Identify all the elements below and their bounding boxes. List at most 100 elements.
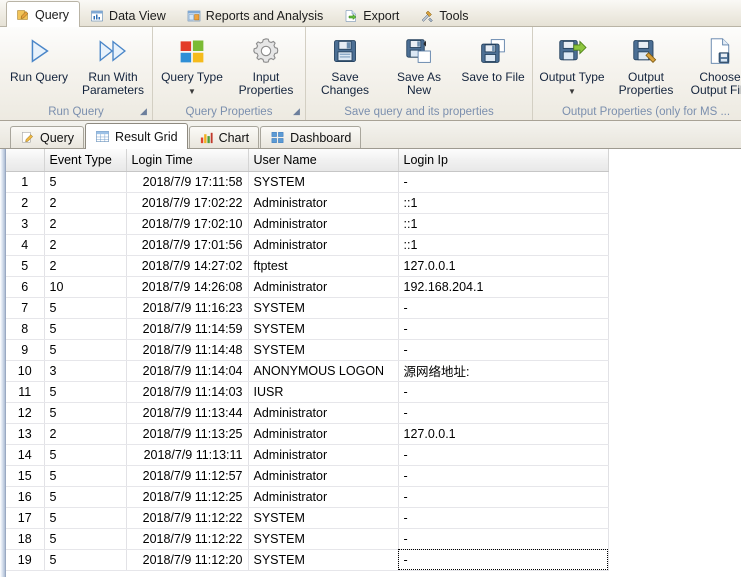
table-row[interactable]: 1852018/7/9 11:12:22SYSTEM-	[6, 528, 608, 549]
event-type-cell[interactable]: 5	[44, 339, 126, 360]
table-row[interactable]: 1452018/7/9 11:13:11Administrator-	[6, 444, 608, 465]
login-time-cell[interactable]: 2018/7/9 14:26:08	[126, 276, 248, 297]
result-tab-result-grid[interactable]: Result Grid	[85, 123, 188, 149]
login-ip-cell[interactable]: -	[398, 465, 608, 486]
login-ip-cell[interactable]: -	[398, 528, 608, 549]
table-row[interactable]: 752018/7/9 11:16:23SYSTEM-	[6, 297, 608, 318]
row-number-cell[interactable]: 1	[6, 171, 44, 192]
login-time-cell[interactable]: 2018/7/9 11:12:20	[126, 549, 248, 570]
grid-column-header-event-type[interactable]: Event Type	[44, 149, 126, 171]
login-ip-cell[interactable]: -	[398, 381, 608, 402]
table-row[interactable]: 152018/7/9 17:11:58SYSTEM-	[6, 171, 608, 192]
grid-column-header-login-time[interactable]: Login Time	[126, 149, 248, 171]
login-time-cell[interactable]: 2018/7/9 17:02:22	[126, 192, 248, 213]
ribbon-button-save-to-file[interactable]: Save to File	[456, 31, 530, 87]
event-type-cell[interactable]: 10	[44, 276, 126, 297]
login-time-cell[interactable]: 2018/7/9 17:01:56	[126, 234, 248, 255]
login-ip-cell[interactable]: 127.0.0.1	[398, 255, 608, 276]
user-name-cell[interactable]: Administrator	[248, 234, 398, 255]
row-number-cell[interactable]: 8	[6, 318, 44, 339]
ribbon-button-save-changes[interactable]: Save Changes	[308, 31, 382, 100]
ribbon-button-run-with-parameters[interactable]: Run With Parameters	[76, 31, 150, 100]
event-type-cell[interactable]: 5	[44, 486, 126, 507]
event-type-cell[interactable]: 5	[44, 507, 126, 528]
login-ip-cell[interactable]: -	[398, 486, 608, 507]
login-ip-cell[interactable]: ::1	[398, 234, 608, 255]
event-type-cell[interactable]: 2	[44, 213, 126, 234]
row-number-cell[interactable]: 2	[6, 192, 44, 213]
ribbon-button-query-type[interactable]: Query Type ▼	[155, 31, 229, 101]
login-ip-cell[interactable]: ::1	[398, 192, 608, 213]
login-ip-cell[interactable]: 127.0.0.1	[398, 423, 608, 444]
ribbon-tab-data-view[interactable]: Data View	[80, 4, 177, 26]
user-name-cell[interactable]: Administrator	[248, 444, 398, 465]
row-number-cell[interactable]: 16	[6, 486, 44, 507]
row-number-cell[interactable]: 17	[6, 507, 44, 528]
user-name-cell[interactable]: ftptest	[248, 255, 398, 276]
result-tab-query[interactable]: Query	[10, 126, 84, 148]
row-number-cell[interactable]: 4	[6, 234, 44, 255]
result-tab-dashboard[interactable]: Dashboard	[260, 126, 361, 148]
user-name-cell[interactable]: SYSTEM	[248, 549, 398, 570]
chevron-down-icon[interactable]: ▼	[188, 87, 196, 96]
login-ip-cell[interactable]: -	[398, 171, 608, 192]
table-row[interactable]: 1752018/7/9 11:12:22SYSTEM-	[6, 507, 608, 528]
row-number-cell[interactable]: 11	[6, 381, 44, 402]
grid-column-header-login-ip[interactable]: Login Ip	[398, 149, 608, 171]
table-row[interactable]: 1552018/7/9 11:12:57Administrator-	[6, 465, 608, 486]
table-row[interactable]: 422018/7/9 17:01:56Administrator::1	[6, 234, 608, 255]
table-row[interactable]: 222018/7/9 17:02:22Administrator::1	[6, 192, 608, 213]
row-number-cell[interactable]: 13	[6, 423, 44, 444]
login-time-cell[interactable]: 2018/7/9 17:02:10	[126, 213, 248, 234]
row-number-cell[interactable]: 6	[6, 276, 44, 297]
result-grid-scroll-area[interactable]: Event TypeLogin TimeUser NameLogin Ip 15…	[6, 149, 741, 577]
event-type-cell[interactable]: 5	[44, 549, 126, 570]
ribbon-button-input-properties[interactable]: Input Properties	[229, 31, 303, 100]
grid-column-header-rownum[interactable]	[6, 149, 44, 171]
row-number-cell[interactable]: 3	[6, 213, 44, 234]
login-time-cell[interactable]: 2018/7/9 17:11:58	[126, 171, 248, 192]
row-number-cell[interactable]: 9	[6, 339, 44, 360]
chevron-down-icon[interactable]: ▼	[568, 87, 576, 96]
event-type-cell[interactable]: 2	[44, 234, 126, 255]
login-ip-cell[interactable]: -	[398, 402, 608, 423]
login-time-cell[interactable]: 2018/7/9 11:14:48	[126, 339, 248, 360]
user-name-cell[interactable]: Administrator	[248, 465, 398, 486]
login-time-cell[interactable]: 2018/7/9 11:13:25	[126, 423, 248, 444]
event-type-cell[interactable]: 5	[44, 297, 126, 318]
result-tab-chart[interactable]: Chart	[189, 126, 260, 148]
login-ip-cell[interactable]: -	[398, 549, 608, 570]
login-ip-cell[interactable]: -	[398, 318, 608, 339]
dialog-launcher-icon[interactable]: ◢	[138, 106, 149, 117]
row-number-cell[interactable]: 12	[6, 402, 44, 423]
ribbon-button-run-query[interactable]: Run Query	[2, 31, 76, 87]
event-type-cell[interactable]: 2	[44, 255, 126, 276]
login-ip-cell[interactable]: 192.168.204.1	[398, 276, 608, 297]
table-row[interactable]: 1032018/7/9 11:14:04ANONYMOUS LOGON源网络地址…	[6, 360, 608, 381]
login-time-cell[interactable]: 2018/7/9 11:13:44	[126, 402, 248, 423]
user-name-cell[interactable]: SYSTEM	[248, 171, 398, 192]
event-type-cell[interactable]: 2	[44, 423, 126, 444]
table-row[interactable]: 852018/7/9 11:14:59SYSTEM-	[6, 318, 608, 339]
table-row[interactable]: 6102018/7/9 14:26:08Administrator192.168…	[6, 276, 608, 297]
user-name-cell[interactable]: SYSTEM	[248, 339, 398, 360]
login-time-cell[interactable]: 2018/7/9 11:12:25	[126, 486, 248, 507]
user-name-cell[interactable]: Administrator	[248, 423, 398, 444]
user-name-cell[interactable]: Administrator	[248, 276, 398, 297]
dialog-launcher-icon[interactable]: ◢	[291, 106, 302, 117]
event-type-cell[interactable]: 5	[44, 444, 126, 465]
login-ip-cell[interactable]: 源网络地址:	[398, 360, 608, 381]
table-row[interactable]: 1252018/7/9 11:13:44Administrator-	[6, 402, 608, 423]
user-name-cell[interactable]: SYSTEM	[248, 528, 398, 549]
login-time-cell[interactable]: 2018/7/9 11:14:04	[126, 360, 248, 381]
user-name-cell[interactable]: Administrator	[248, 486, 398, 507]
event-type-cell[interactable]: 5	[44, 171, 126, 192]
user-name-cell[interactable]: Administrator	[248, 402, 398, 423]
login-ip-cell[interactable]: -	[398, 297, 608, 318]
user-name-cell[interactable]: Administrator	[248, 213, 398, 234]
row-number-cell[interactable]: 19	[6, 549, 44, 570]
ribbon-button-output-properties[interactable]: Output Properties	[609, 31, 683, 100]
login-time-cell[interactable]: 2018/7/9 11:12:22	[126, 507, 248, 528]
ribbon-button-choose-output-file[interactable]: Choose Output File	[683, 31, 741, 100]
table-row[interactable]: 522018/7/9 14:27:02ftptest127.0.0.1	[6, 255, 608, 276]
